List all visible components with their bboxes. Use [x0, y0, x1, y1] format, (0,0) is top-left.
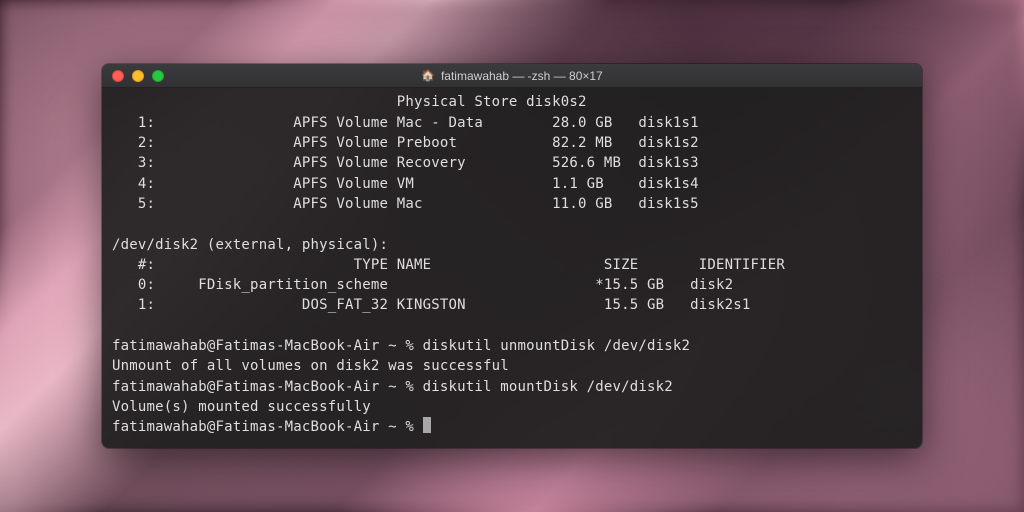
final-prompt: fatimawahab@Fatimas-MacBook-Air ~ %: [112, 419, 431, 435]
terminal-window: 🏠 fatimawahab — -zsh — 80×17 Physical St…: [102, 64, 922, 447]
output-line: Unmount of all volumes on disk2 was succ…: [112, 358, 509, 374]
disk1-row: 5: APFS Volume Mac 11.0 GB disk1s5: [112, 196, 699, 212]
maximize-icon[interactable]: [152, 70, 164, 82]
prompt-line: fatimawahab@Fatimas-MacBook-Air ~ % disk…: [112, 338, 690, 354]
titlebar: 🏠 fatimawahab — -zsh — 80×17: [102, 64, 922, 88]
home-icon: 🏠: [421, 69, 435, 82]
physical-store-header: Physical Store disk0s2: [112, 94, 587, 110]
output-line: Volume(s) mounted successfully: [112, 399, 371, 415]
disk1-row: 2: APFS Volume Preboot 82.2 MB disk1s2: [112, 135, 699, 151]
window-title-text: fatimawahab — -zsh — 80×17: [441, 69, 603, 83]
disk1-row: 4: APFS Volume VM 1.1 GB disk1s4: [112, 176, 699, 192]
cursor-icon: [423, 417, 431, 433]
disk1-row: 1: APFS Volume Mac - Data 28.0 GB disk1s…: [112, 115, 699, 131]
close-icon[interactable]: [112, 70, 124, 82]
window-controls: [112, 70, 164, 82]
disk1-row: 3: APFS Volume Recovery 526.6 MB disk1s3: [112, 155, 699, 171]
disk2-row: 0: FDisk_partition_scheme *15.5 GB disk2: [112, 277, 733, 293]
terminal-content[interactable]: Physical Store disk0s2 1: APFS Volume Ma…: [102, 88, 922, 447]
prompt-line: fatimawahab@Fatimas-MacBook-Air ~ % disk…: [112, 379, 673, 395]
disk2-col-header: #: TYPE NAME SIZE IDENTIFIER: [112, 257, 785, 273]
minimize-icon[interactable]: [132, 70, 144, 82]
disk2-row: 1: DOS_FAT_32 KINGSTON 15.5 GB disk2s1: [112, 297, 751, 313]
disk2-header: /dev/disk2 (external, physical):: [112, 237, 388, 253]
window-title: 🏠 fatimawahab — -zsh — 80×17: [102, 69, 922, 83]
